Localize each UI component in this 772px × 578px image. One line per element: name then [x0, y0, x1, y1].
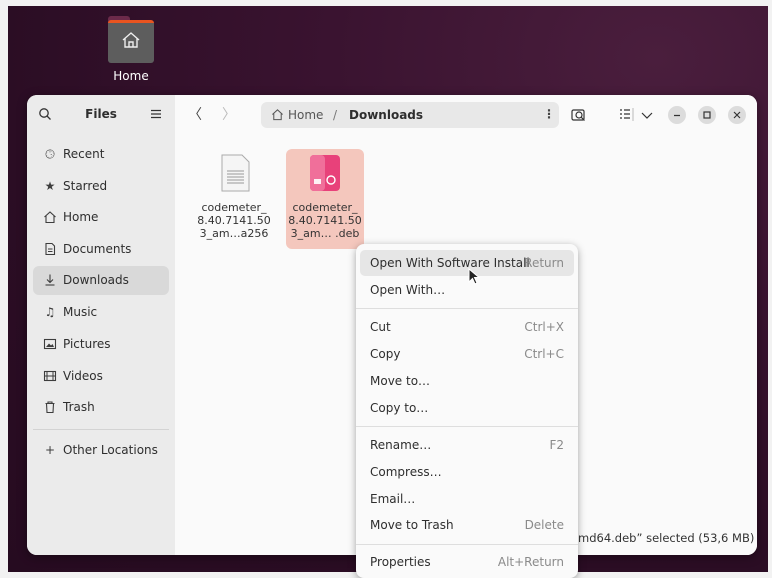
menu-item-cut[interactable]: Cut Ctrl+X [360, 314, 574, 340]
menu-item-open-with[interactable]: Open With… [360, 277, 574, 303]
sidebar-item-recent[interactable]: 🕓︎ Recent [33, 140, 169, 169]
context-menu: Open With Software Install Return Open W… [356, 244, 578, 578]
sidebar-item-music[interactable]: ♫ Music [33, 298, 169, 327]
menu-item-accel: Ctrl+X [524, 320, 564, 334]
menu-item-label: Move to Trash [370, 518, 454, 532]
menu-separator [356, 544, 578, 545]
sidebar-item-home[interactable]: Home [33, 203, 169, 232]
menu-item-label: Open With… [370, 283, 446, 297]
minimize-icon [674, 114, 680, 117]
sidebar-item-videos[interactable]: Videos [33, 362, 169, 391]
plus-icon: + [44, 443, 56, 457]
menu-item-label: Properties [370, 555, 431, 569]
menu-item-label: Cut [370, 320, 391, 334]
file-name: codemeter_ 8.40.7141.50 3_am… .deb [288, 201, 362, 240]
sidebar-item-starred[interactable]: ★ Starred [33, 172, 169, 201]
music-icon: ♫ [44, 305, 56, 319]
star-icon: ★ [44, 179, 56, 193]
menu-separator [356, 308, 578, 309]
desktop-home-label: Home [113, 69, 149, 83]
sidebar-item-downloads[interactable]: Downloads [33, 266, 169, 295]
maximize-button[interactable] [698, 106, 716, 124]
menu-item-compress[interactable]: Compress… [360, 459, 574, 485]
path-home-crumb[interactable]: Home [288, 108, 323, 122]
screen-frame-top [0, 0, 772, 6]
file-item-document[interactable]: codemeter_ 8.40.7141.50 3_am…a256 [195, 149, 273, 249]
download-icon [45, 274, 55, 286]
sidebar-item-label: Downloads [63, 273, 129, 287]
status-text: md64.deb” selected (53,6 MB) [578, 531, 755, 545]
sidebar-item-label: Recent [63, 147, 105, 161]
menu-item-label: Move to… [370, 374, 431, 388]
menu-item-copy-to[interactable]: Copy to… [360, 395, 574, 421]
chevron-down-icon[interactable] [637, 105, 657, 125]
file-name: codemeter_ 8.40.7141.50 3_am…a256 [197, 201, 271, 240]
sidebar-item-label: Pictures [63, 337, 111, 351]
header-bar: 〈 〉 Home / Downloads ⋮ [175, 95, 757, 135]
menu-item-label: Copy to… [370, 401, 429, 415]
sidebar: Files 🕓︎ Recent ★ Starred Home Documents… [27, 95, 176, 555]
menu-item-label: Rename… [370, 438, 432, 452]
home-icon [44, 211, 56, 224]
menu-item-move-to[interactable]: Move to… [360, 368, 574, 394]
sidebar-item-documents[interactable]: Documents [33, 235, 169, 264]
sidebar-item-other-locations[interactable]: + Other Locations [33, 436, 169, 465]
maximize-icon [703, 111, 711, 119]
menu-item-accel: F2 [549, 438, 564, 452]
back-button[interactable]: 〈 [185, 105, 205, 125]
sidebar-item-label: Other Locations [63, 443, 158, 457]
clock-icon: 🕓︎ [45, 147, 55, 161]
search-folder-icon[interactable] [569, 105, 589, 125]
path-menu-button[interactable]: ⋮ [543, 107, 555, 121]
sidebar-item-label: Trash [63, 400, 95, 414]
home-icon [122, 32, 140, 48]
sidebar-item-label: Documents [63, 242, 132, 256]
deb-package-icon [310, 155, 340, 191]
document-icon [45, 242, 56, 256]
sidebar-item-trash[interactable]: Trash [33, 393, 169, 422]
sidebar-divider [33, 429, 169, 430]
path-current-crumb[interactable]: Downloads [349, 108, 423, 122]
hamburger-menu-icon[interactable] [150, 108, 162, 120]
path-bar[interactable]: Home / Downloads ⋮ [261, 102, 559, 128]
minimize-button[interactable] [668, 106, 686, 124]
menu-item-open-with-software-install[interactable]: Open With Software Install Return [360, 250, 574, 276]
menu-item-copy[interactable]: Copy Ctrl+C [360, 341, 574, 367]
film-icon [43, 370, 57, 382]
menu-separator [356, 426, 578, 427]
sidebar-item-label: Music [63, 305, 98, 319]
list-view-icon[interactable] [617, 105, 637, 125]
menu-item-label: Email… [370, 492, 416, 506]
sidebar-item-pictures[interactable]: Pictures [33, 330, 169, 359]
sidebar-header: Files [27, 95, 175, 135]
path-separator: / [333, 108, 338, 122]
menu-item-email[interactable]: Email… [360, 486, 574, 512]
menu-item-label: Copy [370, 347, 401, 361]
sidebar-item-label: Home [63, 210, 99, 224]
trash-icon [45, 401, 55, 414]
menu-item-accel: Alt+Return [497, 555, 564, 569]
text-file-icon [221, 154, 250, 192]
menu-item-move-to-trash[interactable]: Move to Trash Delete [360, 512, 574, 538]
menu-item-properties[interactable]: Properties Alt+Return [360, 549, 574, 575]
sidebar-item-label: Videos [63, 369, 103, 383]
folder-icon [108, 16, 154, 63]
close-icon [733, 111, 741, 119]
forward-button[interactable]: 〉 [219, 105, 239, 125]
menu-item-accel: Ctrl+C [524, 347, 564, 361]
menu-item-label: Compress… [370, 465, 442, 479]
picture-icon [43, 338, 57, 350]
sidebar-item-label: Starred [63, 179, 108, 193]
screen-frame-right [768, 0, 772, 578]
menu-item-rename[interactable]: Rename… F2 [360, 432, 574, 458]
home-icon [272, 109, 283, 121]
menu-item-accel: Return [524, 256, 564, 270]
menu-item-label: Open With Software Install [370, 256, 530, 270]
menu-item-accel: Delete [524, 518, 564, 532]
mouse-cursor-icon [468, 268, 480, 285]
file-item-deb[interactable]: codemeter_ 8.40.7141.50 3_am… .deb [286, 149, 364, 249]
screen-frame-left [0, 0, 8, 578]
close-button[interactable] [728, 106, 746, 124]
